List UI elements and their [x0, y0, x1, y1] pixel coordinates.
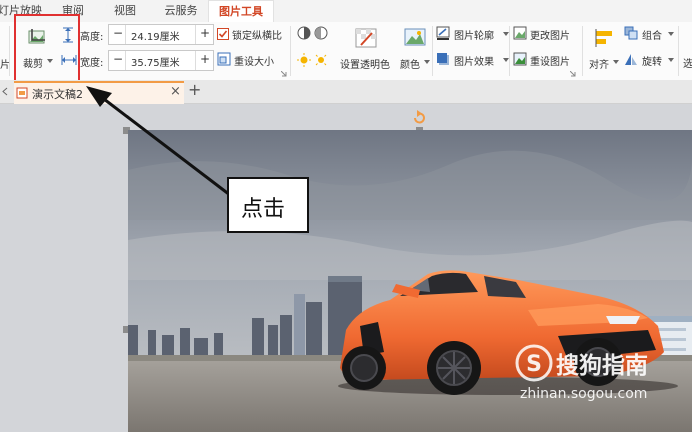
callout-text: 点击	[241, 197, 286, 222]
watermark-url: zhinan.sogou.com	[520, 386, 648, 402]
callout-box: 点击	[227, 177, 309, 233]
svg-text:S: S	[526, 352, 542, 377]
sogou-logo-icon: S	[515, 344, 553, 382]
watermark-brand: 搜狗指南	[556, 353, 648, 379]
